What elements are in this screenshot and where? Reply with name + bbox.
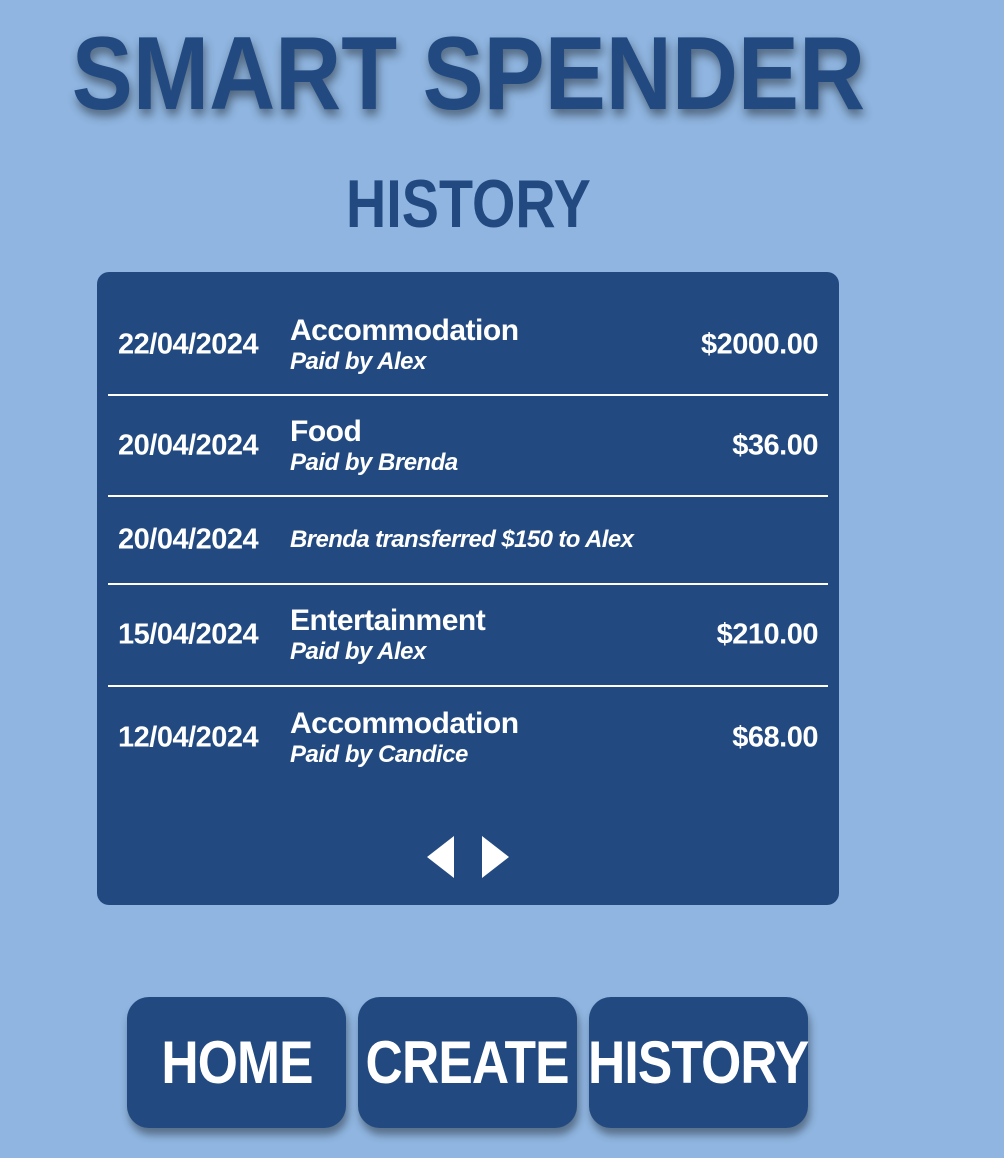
history-details: Entertainment Paid by Alex <box>290 604 486 666</box>
history-category: Accommodation <box>290 314 519 347</box>
app-title: SMART SPENDER <box>71 16 866 132</box>
history-category: Entertainment <box>290 604 486 637</box>
page-title: HISTORY <box>346 166 591 242</box>
history-payer: Paid by Brenda <box>290 448 458 476</box>
history-category: Accommodation <box>290 707 519 740</box>
history-row[interactable]: 20/04/2024 Brenda transferred $150 to Al… <box>108 497 828 585</box>
history-category: Food <box>290 414 362 448</box>
history-button[interactable]: HISTORY <box>588 997 810 1128</box>
history-payer: Paid by Alex <box>290 348 426 375</box>
history-details: Accommodation Paid by Candice <box>290 707 519 769</box>
create-button[interactable]: CREATE <box>358 997 577 1128</box>
history-date: 22/04/2024 <box>118 328 259 361</box>
history-amount: $36.00 <box>732 429 818 461</box>
history-transfer: Brenda transferred $150 to Alex <box>290 526 634 553</box>
home-button[interactable]: HOME <box>127 997 346 1128</box>
history-payer: Paid by Alex <box>290 638 426 665</box>
history-date: 15/04/2024 <box>118 618 259 651</box>
home-button-label: HOME <box>160 1029 313 1096</box>
next-page-button[interactable] <box>481 834 511 880</box>
history-row[interactable]: 20/04/2024 Food Paid by Brenda $36.00 <box>108 396 828 497</box>
history-row[interactable]: 15/04/2024 Entertainment Paid by Alex $2… <box>108 585 828 687</box>
previous-page-button[interactable] <box>425 834 455 880</box>
pagination <box>425 834 515 880</box>
history-details: Brenda transferred $150 to Alex <box>290 526 634 554</box>
history-amount: $210.00 <box>716 618 819 651</box>
history-details: Accommodation Paid by Alex <box>290 314 519 376</box>
history-list: 22/04/2024 Accommodation Paid by Alex $2… <box>108 272 828 789</box>
history-date: 12/04/2024 <box>118 721 259 754</box>
history-payer: Paid by Candice <box>290 741 468 768</box>
bottom-nav: HOME CREATE HISTORY <box>127 997 817 1130</box>
history-row[interactable]: 22/04/2024 Accommodation Paid by Alex $2… <box>108 272 828 396</box>
triangle-right-icon <box>482 836 509 878</box>
history-details: Food Paid by Brenda <box>290 415 458 477</box>
history-card: 22/04/2024 Accommodation Paid by Alex $2… <box>97 272 839 905</box>
history-amount: $68.00 <box>732 721 818 754</box>
triangle-left-icon <box>427 836 454 878</box>
history-date: 20/04/2024 <box>118 429 259 461</box>
create-button-label: CREATE <box>365 1029 570 1096</box>
history-date: 20/04/2024 <box>118 523 259 556</box>
history-button-label: HISTORY <box>588 1029 809 1096</box>
history-amount: $2000.00 <box>701 328 818 361</box>
history-row[interactable]: 12/04/2024 Accommodation Paid by Candice… <box>108 687 828 789</box>
